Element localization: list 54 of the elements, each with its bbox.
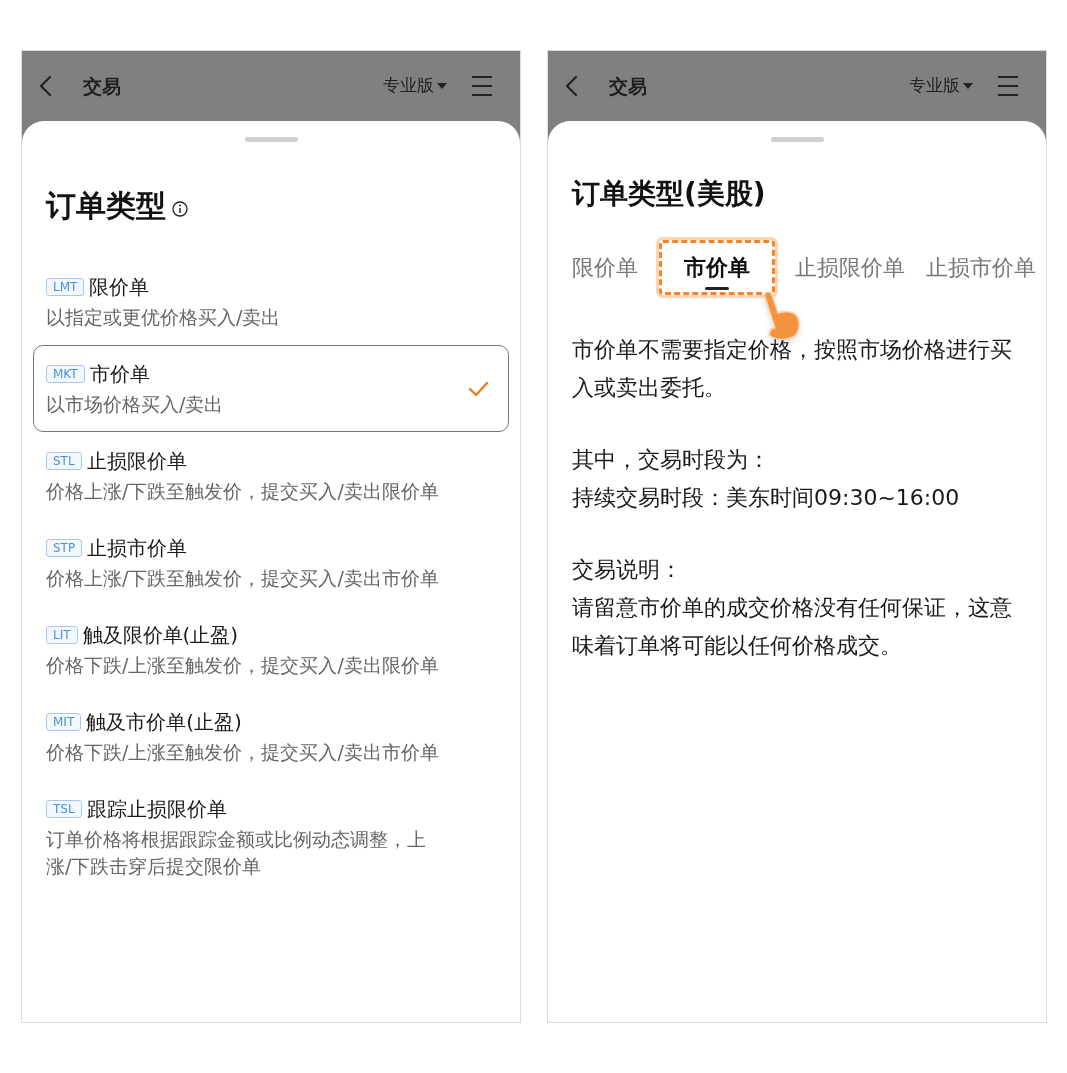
order-type-name: 止损限价单 xyxy=(86,448,187,475)
tab[interactable]: 止损市价单 xyxy=(925,240,1036,295)
tab[interactable]: 限价单 xyxy=(572,240,638,295)
paragraph: 市价单不需要指定价格，按照市场价格进行买入或卖出委托。 xyxy=(572,336,1013,402)
order-code-tag: LMT xyxy=(46,278,85,296)
caret-icon xyxy=(437,83,447,89)
paragraph: 交易说明： xyxy=(572,556,683,584)
back-icon[interactable] xyxy=(564,75,579,97)
page-title: 交易 xyxy=(609,73,647,99)
order-type-description: 订单价格将根据跟踪金额或比例动态调整，上涨/下跌击穿后提交限价单 xyxy=(46,827,427,879)
order-type-name: 止损市价单 xyxy=(87,535,188,562)
order-type-description: 以指定或更优价格买入/卖出 xyxy=(46,305,282,330)
caret-icon xyxy=(963,83,973,89)
tab-underline xyxy=(704,287,729,290)
sheet-title: 订单类型(美股) xyxy=(572,176,767,212)
check-icon xyxy=(469,380,488,397)
order-type-description: 价格上涨/下跌至触发价，提交买入/卖出市价单 xyxy=(46,566,440,591)
order-type-description: 价格下跌/上涨至触发价，提交买入/卖出市价单 xyxy=(46,740,440,765)
paragraph: 持续交易时段：美东时间09:30~16:00 xyxy=(572,484,961,512)
order-code-tag: LIT xyxy=(46,626,78,644)
order-type-description: 价格上涨/下跌至触发价，提交买入/卖出限价单 xyxy=(46,479,440,504)
paragraph: 请留意市价单的成交价格没有任何保证，这意味着订单将可能以任何价格成交。 xyxy=(572,594,1013,660)
info-icon[interactable] xyxy=(172,201,188,217)
order-type-option[interactable]: STL 止损限价单 价格上涨/下跌至触发价，提交买入/卖出限价单 xyxy=(33,432,509,519)
edition-dropdown[interactable]: 专业版 xyxy=(909,73,973,99)
tab[interactable]: 市价单 xyxy=(658,240,775,295)
page-title: 交易 xyxy=(83,73,121,99)
order-type-description: 以市场价格买入/卖出 xyxy=(46,392,225,417)
order-type-name: 市价单 xyxy=(89,361,150,388)
tab[interactable]: 止损限价单 xyxy=(795,240,906,295)
order-type-description: 价格下跌/上涨至触发价，提交买入/卖出限价单 xyxy=(46,653,440,678)
menu-icon[interactable] xyxy=(472,76,492,96)
order-type-name: 触及市价单(止盈) xyxy=(86,709,242,736)
back-icon[interactable] xyxy=(38,75,53,97)
order-type-name: 跟踪止损限价单 xyxy=(86,796,227,823)
order-type-option[interactable]: TSL 跟踪止损限价单 订单价格将根据跟踪金额或比例动态调整，上涨/下跌击穿后提交限价单 xyxy=(33,780,509,894)
order-type-name: 触及限价单(止盈) xyxy=(82,622,239,649)
order-type-option[interactable]: MKT 市价单 以市场价格买入/卖出 xyxy=(33,345,509,432)
edition-dropdown[interactable]: 专业版 xyxy=(383,73,447,99)
paragraph: 其中，交易时段为： xyxy=(572,446,771,474)
drag-handle[interactable] xyxy=(770,137,824,142)
order-type-name: 限价单 xyxy=(89,274,150,301)
drag-handle[interactable] xyxy=(244,137,298,142)
order-type-option[interactable]: MIT 触及市价单(止盈) 价格下跌/上涨至触发价，提交买入/卖出市价单 xyxy=(33,693,509,780)
order-code-tag: TSL xyxy=(46,800,82,818)
order-type-option[interactable]: STP 止损市价单 价格上涨/下跌至触发价，提交买入/卖出市价单 xyxy=(33,519,509,606)
order-type-option[interactable]: LMT 限价单 以指定或更优价格买入/卖出 xyxy=(33,258,509,345)
order-code-tag: MKT xyxy=(46,365,85,383)
order-code-tag: STL xyxy=(46,452,82,470)
order-type-option[interactable]: LIT 触及限价单(止盈) 价格下跌/上涨至触发价，提交买入/卖出限价单 xyxy=(33,606,509,693)
sheet-title: 订单类型 xyxy=(46,188,166,224)
order-code-tag: STP xyxy=(46,539,83,557)
menu-icon[interactable] xyxy=(998,76,1018,96)
order-code-tag: MIT xyxy=(46,713,82,731)
